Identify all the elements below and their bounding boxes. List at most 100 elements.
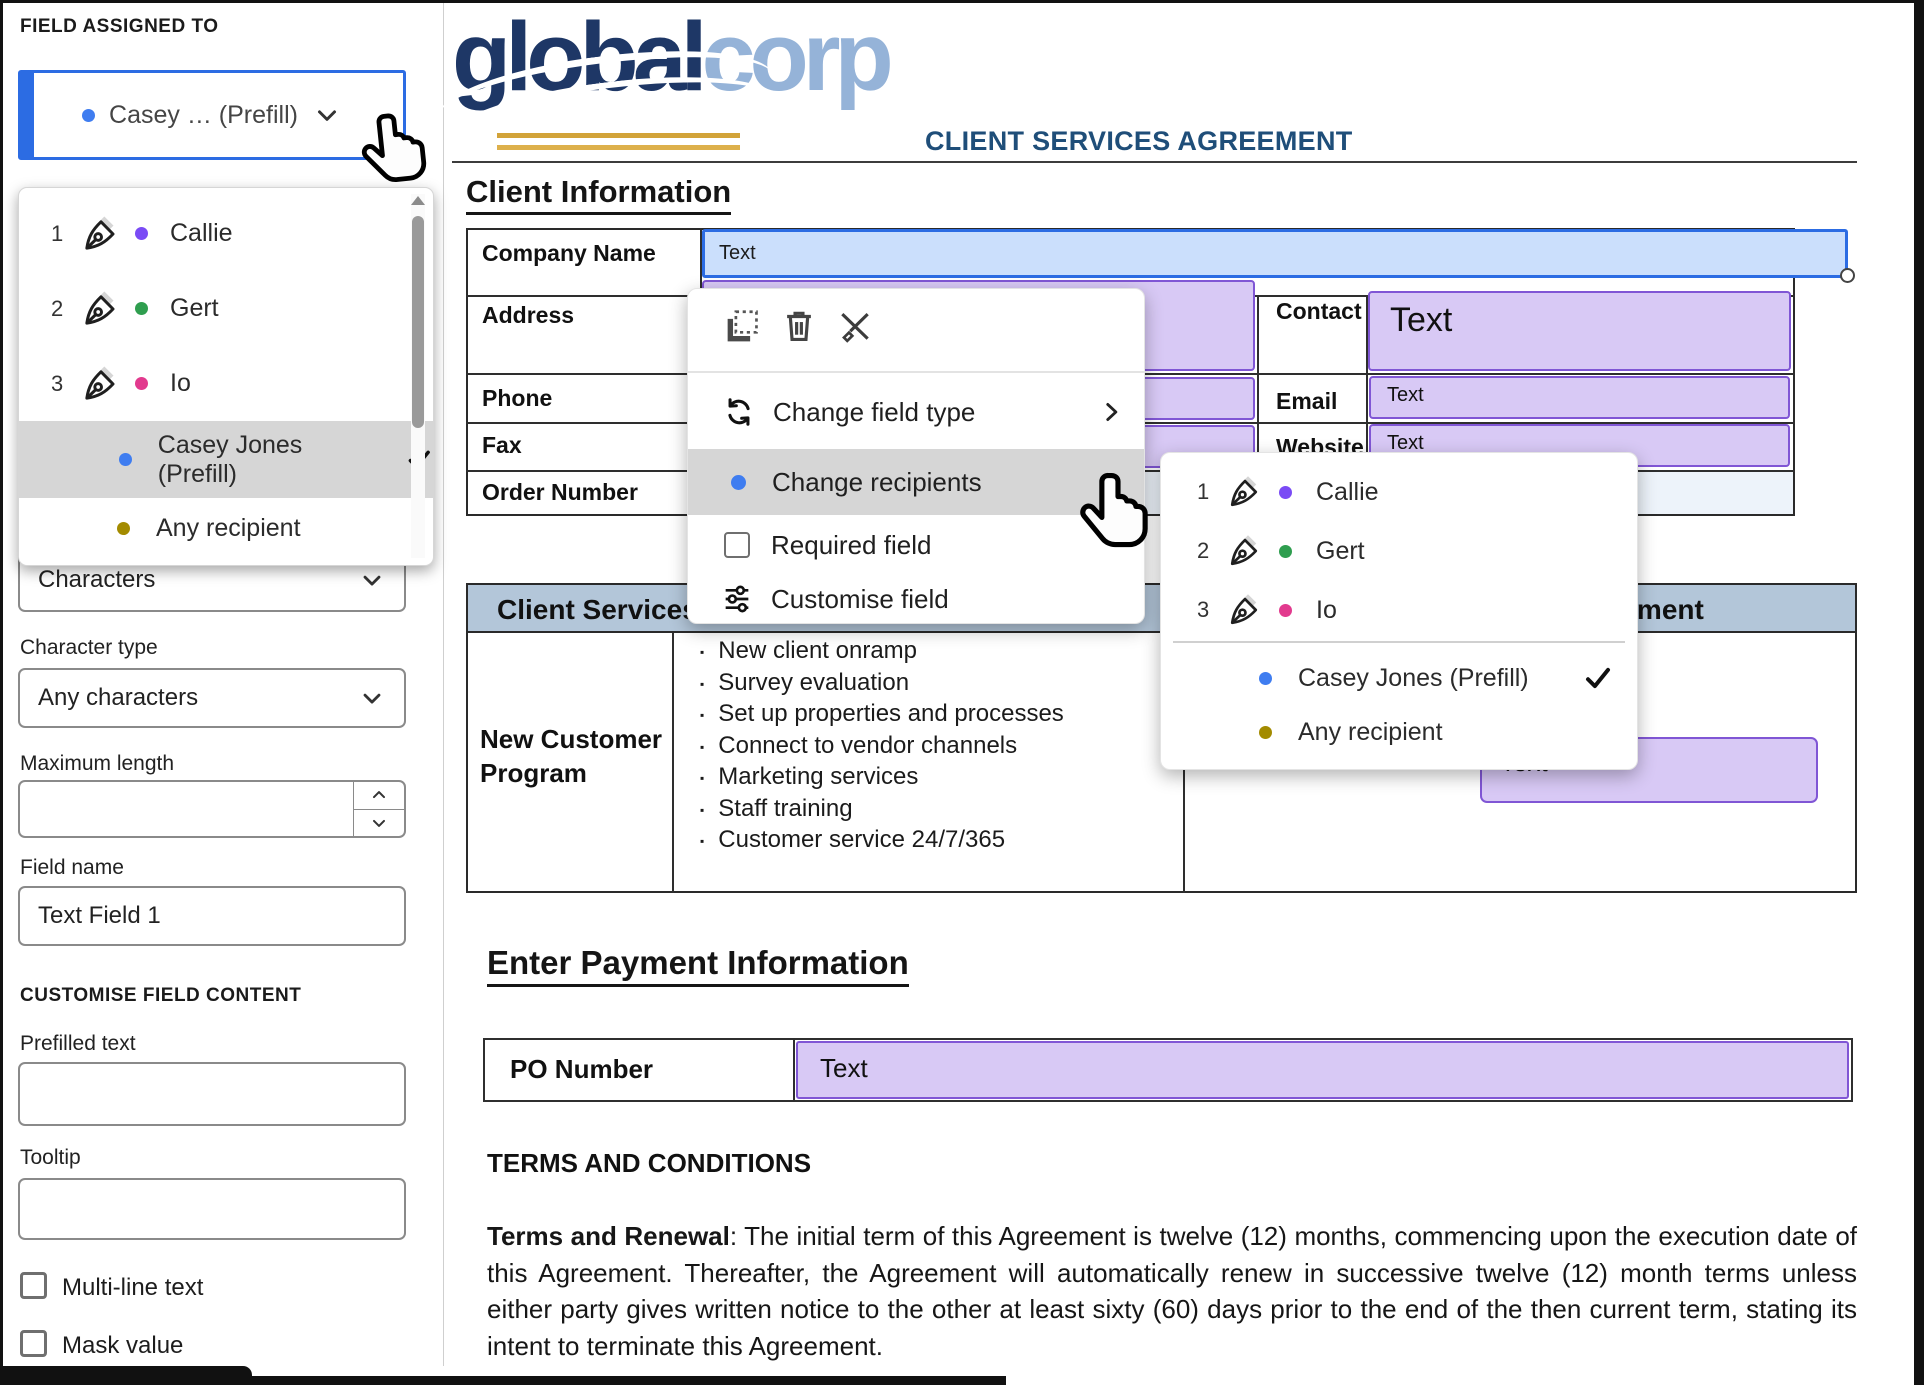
- agreement-title: CLIENT SERVICES AGREEMENT: [925, 126, 1353, 157]
- pen-icon: [1227, 533, 1263, 569]
- chevron-down-icon: [358, 566, 386, 594]
- character-type-value: Any characters: [38, 684, 198, 712]
- submenu-option-callie[interactable]: 1 Callie: [1161, 467, 1637, 517]
- contact-field[interactable]: Text: [1368, 291, 1791, 371]
- prefilled-text-input[interactable]: [18, 1062, 406, 1126]
- recipient-name: Gert: [170, 294, 219, 323]
- row-label-line1: New Customer: [480, 722, 662, 756]
- table-line: [793, 1038, 795, 1102]
- recipient-name: Any recipient: [1298, 718, 1443, 747]
- company-name-field-selected[interactable]: Text: [702, 229, 1848, 278]
- maximum-length-stepper[interactable]: [18, 780, 406, 838]
- recipient-color-dot: [135, 227, 148, 240]
- submenu-option-io[interactable]: 3 Io: [1161, 585, 1637, 635]
- scroll-up-icon[interactable]: [411, 196, 425, 205]
- address-label: Address: [482, 302, 574, 329]
- table-line: [672, 633, 674, 893]
- po-number-label: PO Number: [510, 1054, 653, 1085]
- recipient-name: Io: [170, 369, 191, 398]
- recipient-dropdown-list: 1 Callie 2 Gert 3 Io Casey Jones (Prefil…: [18, 187, 434, 566]
- check-icon: [1583, 663, 1613, 693]
- recipient-color-dot: [1259, 726, 1272, 739]
- required-field-checkbox[interactable]: [724, 532, 750, 558]
- table-line: [1257, 295, 1259, 472]
- recipient-option-gert[interactable]: 2 Gert: [19, 271, 433, 346]
- chevron-right-icon: [1098, 399, 1124, 425]
- recipient-order: 1: [1197, 479, 1223, 505]
- menu-item-label: Change recipients: [772, 467, 982, 498]
- recipient-color-dot: [1279, 604, 1292, 617]
- list-item: Connect to vendor channels: [700, 731, 1170, 763]
- field-context-menu: Change field type Change recipients Requ…: [687, 288, 1145, 624]
- assigned-recipient-dropdown[interactable]: Casey … (Prefill): [18, 70, 406, 160]
- pen-icon: [81, 364, 121, 404]
- maximum-length-label: Maximum length: [20, 752, 174, 776]
- resize-handle[interactable]: [1840, 268, 1855, 283]
- place-field-icon[interactable]: [724, 307, 762, 345]
- order-number-label: Order Number: [482, 479, 638, 506]
- po-number-field[interactable]: Text: [796, 1041, 1849, 1099]
- recipient-option-callie[interactable]: 1 Callie: [19, 196, 433, 271]
- unassign-field-icon[interactable]: [836, 307, 874, 345]
- multi-line-checkbox[interactable]: [20, 1272, 47, 1299]
- recipient-color-dot: [119, 453, 132, 466]
- recipient-color-dot: [135, 302, 148, 315]
- hand-cursor-icon: [1074, 464, 1162, 562]
- chevron-down-icon: [369, 813, 389, 833]
- tooltip-label: Tooltip: [20, 1146, 81, 1170]
- window-edge-right: [1914, 0, 1924, 1385]
- scrollbar-thumb[interactable]: [412, 216, 424, 428]
- submenu-divider: [1173, 641, 1625, 643]
- sidebar-divider: [443, 3, 444, 1366]
- submenu-option-gert[interactable]: 2 Gert: [1161, 526, 1637, 576]
- recipient-name: Any recipient: [156, 514, 301, 543]
- customise-field-content-title: CUSTOMISE FIELD CONTENT: [20, 985, 301, 1007]
- menu-item-customise-field[interactable]: Customise field: [688, 575, 1144, 623]
- recipient-option-io[interactable]: 3 Io: [19, 346, 433, 421]
- list-item: Customer service 24/7/365: [700, 825, 1170, 857]
- sliders-icon: [721, 583, 753, 615]
- field-placeholder: Text: [1387, 432, 1424, 454]
- submenu-option-casey-selected[interactable]: Casey Jones (Prefill): [1161, 653, 1637, 703]
- scrollbar[interactable]: [411, 194, 425, 558]
- fax-label: Fax: [482, 432, 522, 459]
- character-type-label: Character type: [20, 636, 158, 660]
- recipient-order: 2: [1197, 538, 1223, 564]
- window-edge-bottom: [0, 1376, 1006, 1385]
- window-edge-left: [0, 0, 3, 1385]
- tooltip-input[interactable]: [18, 1178, 406, 1240]
- header-rule: [452, 161, 1857, 163]
- chevron-down-icon: [358, 684, 386, 712]
- characters-select-value: Characters: [38, 566, 155, 594]
- list-item: Survey evaluation: [700, 668, 1170, 700]
- stepper-up-button[interactable]: [354, 782, 404, 810]
- field-name-input[interactable]: Text Field 1: [18, 886, 406, 946]
- recipient-option-any[interactable]: Any recipient: [19, 498, 433, 558]
- selected-recipient-label: Casey … (Prefill): [109, 101, 298, 130]
- recipient-color-dot: [135, 377, 148, 390]
- services-bullet-list: New client onramp Survey evaluation Set …: [700, 636, 1170, 857]
- multi-line-label: Multi-line text: [62, 1274, 203, 1302]
- dropdown-accent-bar: [21, 73, 34, 157]
- email-field[interactable]: Text: [1369, 376, 1790, 419]
- menu-item-label: Change field type: [773, 397, 975, 428]
- stepper-down-button[interactable]: [354, 810, 404, 837]
- mask-value-checkbox[interactable]: [20, 1330, 47, 1357]
- character-type-select[interactable]: Any characters: [18, 668, 406, 728]
- recipient-name: Callie: [1316, 478, 1379, 507]
- delete-icon[interactable]: [780, 307, 818, 345]
- field-placeholder: Text: [820, 1053, 868, 1083]
- submenu-option-any[interactable]: Any recipient: [1161, 707, 1637, 757]
- menu-item-label: Required field: [771, 530, 931, 561]
- hand-cursor-icon: [351, 100, 442, 200]
- field-name-label: Field name: [20, 856, 124, 880]
- logo-gold-bar: [497, 133, 740, 138]
- change-recipients-submenu: 1 Callie 2 Gert 3 Io Casey Jones (Prefil…: [1160, 452, 1638, 770]
- recipient-option-casey-selected[interactable]: Casey Jones (Prefill): [19, 421, 433, 498]
- recipient-color-dot: [1279, 545, 1292, 558]
- terms-and-conditions-heading: TERMS AND CONDITIONS: [487, 1148, 811, 1179]
- menu-item-change-field-type[interactable]: Change field type: [688, 375, 1144, 449]
- recipient-order: 2: [51, 296, 77, 322]
- recipient-name: Callie: [170, 219, 233, 248]
- recipient-color-dot: [117, 522, 130, 535]
